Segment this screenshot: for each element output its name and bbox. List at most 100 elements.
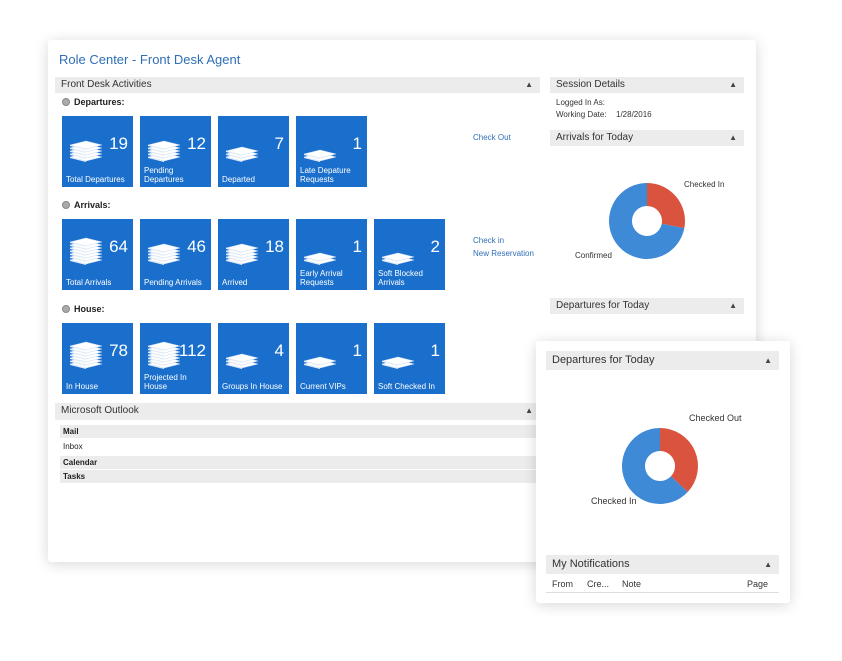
tile-stack-graphic <box>224 237 260 274</box>
activity-tile[interactable]: 1 Late Depature Requests <box>296 116 367 187</box>
new-reservation-link[interactable]: New Reservation <box>473 249 534 258</box>
tile-count: 7 <box>274 134 284 153</box>
gear-icon <box>62 201 70 209</box>
stack-icon <box>381 252 415 265</box>
tile-count: 46 <box>187 237 206 256</box>
tile-stack-graphic <box>224 134 260 171</box>
collapse-icon[interactable]: ▲ <box>729 298 737 314</box>
activity-tile[interactable]: 1 Current VIPs <box>296 323 367 394</box>
departures-popup: Departures for Today ▲ Checked Out Checke… <box>536 341 790 603</box>
stack-icon <box>69 237 103 265</box>
activity-tile[interactable]: 19 Total Departures <box>62 116 133 187</box>
tile-count: 112 <box>178 341 206 360</box>
activity-tile[interactable]: 12 Pending Departures <box>140 116 211 187</box>
departures-for-today-header[interactable]: Departures for Today ▲ <box>550 298 744 314</box>
group-label: House: <box>62 304 105 314</box>
stack-icon <box>381 356 415 369</box>
tile-label: Departed <box>222 175 255 184</box>
section-label: Front Desk Activities <box>61 79 152 90</box>
tile-label: Pending Arrivals <box>144 278 202 287</box>
stack-icon <box>303 252 337 265</box>
donut-slice-checked-in[interactable] <box>647 183 685 229</box>
tile-label: Soft Blocked Arrivals <box>378 269 423 287</box>
section-label: Departures for Today <box>556 300 650 311</box>
tile-count: 1 <box>352 341 362 360</box>
notifications-columns: From Cre... Note Page <box>546 577 779 593</box>
tile-count: 19 <box>109 134 128 153</box>
column-note[interactable]: Note <box>622 579 641 589</box>
tile-count: 18 <box>265 237 284 256</box>
collapse-icon[interactable]: ▲ <box>729 130 737 146</box>
popup-departures-header[interactable]: Departures for Today ▲ <box>546 351 779 370</box>
stack-icon <box>147 140 181 162</box>
checked-out-label: Checked Out <box>689 413 742 423</box>
section-label: Departures for Today <box>552 354 655 366</box>
tile-stack-graphic <box>380 341 416 378</box>
collapse-icon[interactable]: ▲ <box>525 77 533 93</box>
tile-stack-graphic <box>302 341 338 378</box>
tile-count: 4 <box>274 341 284 360</box>
column-page[interactable]: Page <box>747 579 768 589</box>
page-title: Role Center - Front Desk Agent <box>59 52 241 67</box>
tile-count: 12 <box>187 134 206 153</box>
group-label-text: Arrivals: <box>74 200 111 210</box>
front-desk-activities-header[interactable]: Front Desk Activities ▲ <box>55 77 540 93</box>
tile-label: Arrived <box>222 278 248 287</box>
inbox-row[interactable]: Inbox0 <box>60 440 549 453</box>
tile-count: 1 <box>352 134 362 153</box>
tasks-row[interactable]: Tasks <box>60 470 540 483</box>
column-created[interactable]: Cre... <box>587 579 609 589</box>
tile-label: In House <box>66 382 99 391</box>
outlook-header[interactable]: Microsoft Outlook ▲ <box>55 403 540 420</box>
working-date-value: 1/28/2016 <box>616 110 652 119</box>
tile-stack-graphic <box>146 237 182 274</box>
mail-label: Mail <box>63 427 79 436</box>
tile-count: 78 <box>109 341 128 360</box>
section-label: My Notifications <box>552 558 630 570</box>
activity-tile[interactable]: 112 Projected In House <box>140 323 211 394</box>
gear-icon <box>62 305 70 313</box>
session-details-header[interactable]: Session Details ▲ <box>550 77 744 93</box>
activity-tile[interactable]: 4 Groups In House <box>218 323 289 394</box>
collapse-icon[interactable]: ▲ <box>764 351 772 370</box>
tile-label: Soft Checked In <box>378 382 435 391</box>
tasks-label: Tasks <box>63 472 86 481</box>
group-label: Arrivals: <box>62 200 111 210</box>
calendar-label: Calendar <box>63 458 98 467</box>
arrivals-checked-in-label: Checked In <box>684 180 724 189</box>
activity-tile[interactable]: 1 Soft Checked In <box>374 323 445 394</box>
activity-tile[interactable]: 18 Arrived <box>218 219 289 290</box>
collapse-icon[interactable]: ▲ <box>729 77 737 93</box>
tile-stack-graphic <box>224 341 260 378</box>
collapse-icon[interactable]: ▲ <box>764 555 772 574</box>
stack-icon <box>147 243 181 265</box>
stack-icon <box>147 341 181 369</box>
mail-row[interactable]: Mail <box>60 425 540 438</box>
inbox-label: Inbox <box>63 442 83 451</box>
calendar-row[interactable]: Calendar <box>60 456 540 469</box>
activity-tile[interactable]: 64 Total Arrivals <box>62 219 133 290</box>
group-label: Departures: <box>62 97 125 107</box>
my-notifications-header[interactable]: My Notifications ▲ <box>546 555 779 574</box>
column-from[interactable]: From <box>552 579 573 589</box>
activity-tile[interactable]: 1 Early Arrival Requests <box>296 219 367 290</box>
check-out-link[interactable]: Check Out <box>473 133 511 142</box>
tile-count: 2 <box>430 237 440 256</box>
section-label: Arrivals for Today <box>556 132 634 143</box>
arrivals-for-today-header[interactable]: Arrivals for Today ▲ <box>550 130 744 146</box>
gear-icon <box>62 98 70 106</box>
departures-donut-chart: Checked Out Checked In <box>591 413 742 506</box>
tile-count: 64 <box>109 237 128 256</box>
arrivals-donut-chart: Checked In Confirmed <box>575 180 724 260</box>
tile-label: Pending Departures <box>144 166 184 184</box>
tile-stack-graphic <box>68 134 104 171</box>
activity-tile[interactable]: 46 Pending Arrivals <box>140 219 211 290</box>
activity-tile[interactable]: 78 In House <box>62 323 133 394</box>
collapse-icon[interactable]: ▲ <box>525 403 533 419</box>
tile-label: Early Arrival Requests <box>300 269 343 287</box>
activity-tile[interactable]: 2 Soft Blocked Arrivals <box>374 219 445 290</box>
stack-icon <box>303 356 337 369</box>
activity-tile[interactable]: 7 Departed <box>218 116 289 187</box>
tile-count: 1 <box>430 341 440 360</box>
check-in-link[interactable]: Check in <box>473 236 504 245</box>
